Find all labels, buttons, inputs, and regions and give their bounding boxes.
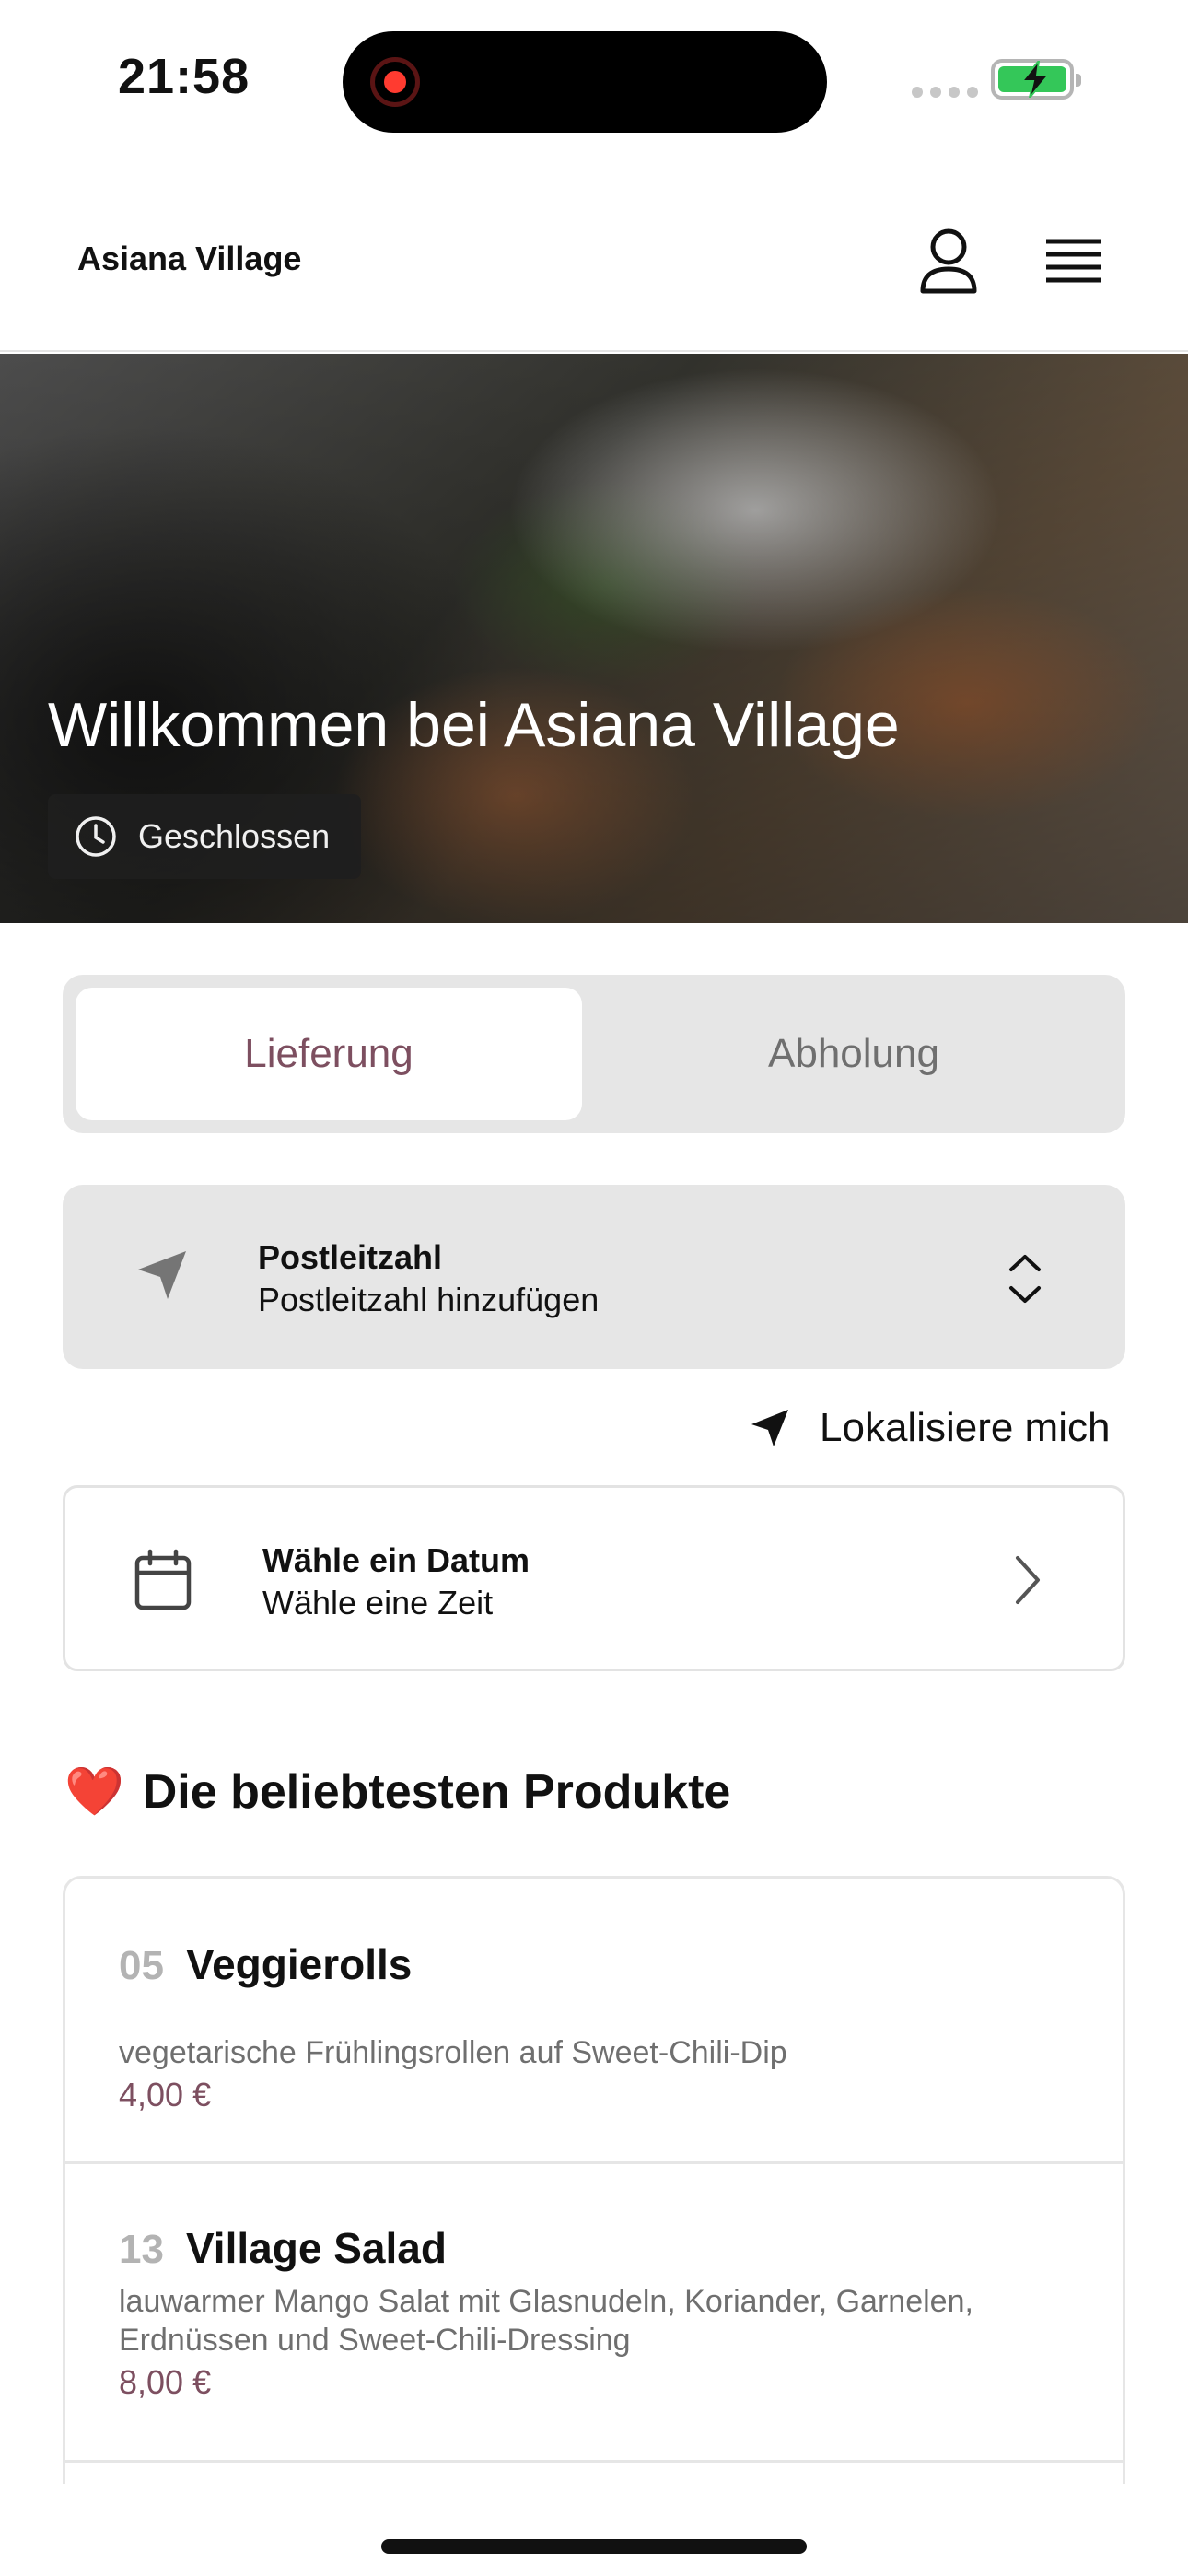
product-header: 13 Village Salad (119, 2223, 447, 2273)
chevron-up-down-icon (1009, 1255, 1041, 1303)
popular-products-heading: ❤️ Die beliebtesten Produkte (64, 1763, 730, 1820)
product-name: Veggierolls (185, 1940, 413, 1988)
product-name: Village Salad (185, 2224, 447, 2272)
home-indicator[interactable] (381, 2539, 807, 2554)
tab-delivery[interactable]: Lieferung (76, 988, 582, 1120)
locate-me-label: Lokalisiere mich (820, 1405, 1111, 1450)
time-subtitle: Wähle eine Zeit (262, 1584, 494, 1622)
status-bar: 21:58 (0, 0, 1188, 157)
location-arrow-icon (751, 1410, 788, 1446)
battery-charging-icon (991, 59, 1081, 100)
product-list: 05 Veggierolls vegetarische Frühlingsrol… (63, 1876, 1125, 2484)
date-title: Wähle ein Datum (262, 1541, 530, 1579)
dynamic-island (343, 31, 827, 133)
signal-icon (912, 87, 978, 98)
location-arrow-icon (138, 1251, 186, 1299)
screen-recording-icon (370, 57, 420, 107)
user-icon (920, 228, 977, 294)
calendar-icon (134, 1549, 192, 1610)
locate-me-button[interactable]: Lokalisiere mich (748, 1399, 1110, 1458)
brand-name[interactable]: Asiana Village (77, 240, 301, 278)
chevron-right-icon (1016, 1556, 1040, 1604)
product-number: 13 (119, 2227, 164, 2272)
opening-status-label: Geschlossen (138, 817, 331, 855)
product-item[interactable]: 13 Village Salad lauwarmer Mango Salat m… (65, 2164, 1123, 2463)
clock-icon (76, 816, 116, 857)
product-number: 05 (119, 1943, 164, 1988)
product-price: 8,00 € (119, 2363, 212, 2401)
popular-products-title: Die beliebtesten Produkte (142, 1764, 731, 1819)
status-time: 21:58 (118, 49, 250, 104)
product-header: 05 Veggierolls (119, 1939, 412, 1989)
app-header: Asiana Village (0, 175, 1188, 352)
order-mode-toggle: Lieferung Abholung (63, 975, 1125, 1133)
opening-status-badge: Geschlossen (48, 794, 361, 879)
app-screen: 21:58 Asiana Village Willkommen bei Asia… (0, 0, 1188, 2576)
menu-icon (1046, 239, 1101, 283)
tab-pickup[interactable]: Abholung (595, 988, 1112, 1120)
postcode-title: Postleitzahl (258, 1238, 443, 1276)
product-description: lauwarmer Mango Salat mit Glasnudeln, Ko… (119, 2284, 973, 2358)
hero-banner: Willkommen bei Asiana Village Geschlosse… (0, 354, 1188, 923)
user-account-button[interactable] (912, 225, 985, 299)
postcode-placeholder: Postleitzahl hinzufügen (258, 1281, 600, 1318)
date-time-selector[interactable]: Wähle ein Datum Wähle eine Zeit (63, 1485, 1125, 1671)
product-item[interactable]: 05 Veggierolls vegetarische Frühlingsrol… (65, 1879, 1123, 2164)
menu-button[interactable] (1037, 225, 1111, 299)
product-price: 4,00 € (119, 2076, 212, 2113)
product-description: vegetarische Frühlingsrollen auf Sweet-C… (119, 2035, 787, 2070)
heart-icon: ❤️ (64, 1765, 124, 1819)
hero-title: Willkommen bei Asiana Village (48, 690, 900, 760)
postcode-selector[interactable]: Postleitzahl Postleitzahl hinzufügen (63, 1185, 1125, 1369)
